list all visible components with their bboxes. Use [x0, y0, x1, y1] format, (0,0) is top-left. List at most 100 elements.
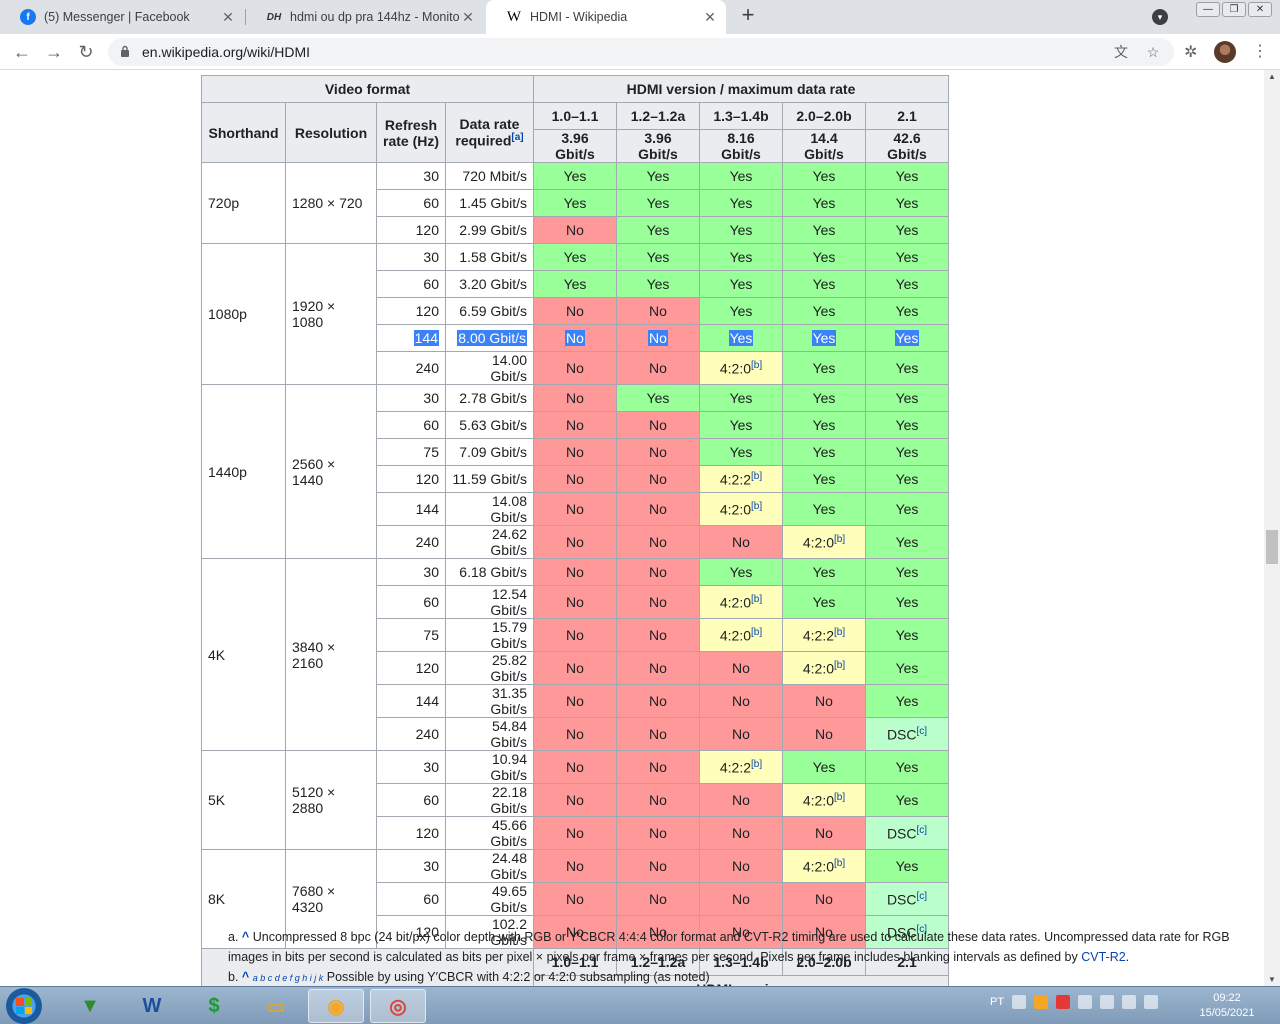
note-b-ref[interactable]: [b] [834, 660, 845, 671]
tab-search-icon[interactable]: ▾ [1152, 9, 1168, 25]
page-scrollbar[interactable]: ▲ ▼ [1264, 70, 1280, 986]
support-cell: 4:2:0[b] [782, 783, 866, 817]
cvt-r2-link[interactable]: CVT-R2 [1081, 950, 1125, 964]
support-value: Yes [895, 471, 919, 487]
support-value: No [732, 534, 750, 550]
note-b-ref[interactable]: [b] [751, 627, 762, 638]
reload-button[interactable]: ↻ [74, 40, 98, 64]
note-a-ref[interactable]: [a] [511, 132, 523, 143]
note-b-ref[interactable]: [b] [751, 594, 762, 605]
close-tab-icon[interactable]: ✕ [220, 9, 236, 26]
tab-facebook[interactable]: f (5) Messenger | Facebook ✕ [0, 0, 244, 34]
note-b-ref[interactable]: [b] [751, 759, 762, 770]
avatar[interactable] [1214, 41, 1236, 63]
support-cell: No [533, 618, 617, 652]
tab-hdmi-forum[interactable]: DH hdmi ou dp pra 144hz - Monitores ✕ [246, 0, 484, 34]
menu-icon[interactable]: ⋮ [1252, 42, 1268, 62]
data-rate-cell: 25.82 Gbit/s [445, 651, 534, 685]
refresh-rate-cell: 120 [376, 816, 446, 850]
close-tab-icon[interactable]: ✕ [460, 9, 476, 26]
scroll-down-icon[interactable]: ▼ [1268, 975, 1276, 984]
footnote-backlink[interactable]: ^ [242, 970, 249, 984]
browser-app-icon[interactable]: ◉ [308, 989, 364, 1023]
volume-icon[interactable] [1122, 995, 1137, 1009]
scroll-up-icon[interactable]: ▲ [1268, 72, 1276, 81]
translate-icon[interactable]: ⽂ [1112, 43, 1130, 61]
flag-icon[interactable] [1100, 995, 1115, 1009]
support-cell: Yes [699, 411, 783, 439]
new-tab-button[interactable]: + [736, 4, 760, 28]
support-value: No [566, 222, 584, 238]
forward-button[interactable]: → [42, 40, 66, 64]
refresh-rate-value: 120 [415, 303, 439, 319]
support-cell: No [699, 783, 783, 817]
restore-button[interactable]: ❐ [1222, 2, 1246, 17]
lock-icon [121, 45, 129, 57]
extensions-icon[interactable]: ✲ [1184, 42, 1204, 62]
network-icon[interactable] [1144, 995, 1159, 1009]
data-rate-value: 25.82 Gbit/s [490, 652, 527, 684]
note-c-ref[interactable]: [c] [917, 891, 928, 902]
footnote-backlink-letters[interactable]: a b c d e f g h i j k [253, 973, 324, 983]
money-app-icon[interactable]: $ [186, 989, 242, 1023]
refresh-rate-cell: 240 [376, 525, 446, 559]
support-value: Yes [729, 303, 753, 319]
keyboard-icon[interactable] [1012, 995, 1027, 1009]
vpn-app-icon[interactable]: ▼ [62, 989, 118, 1023]
note-b-ref[interactable]: [b] [834, 534, 845, 545]
refresh-rate-value: 60 [423, 195, 439, 211]
scrollbar-thumb[interactable] [1266, 530, 1278, 564]
data-rate-value: 14.08 Gbit/s [490, 493, 527, 525]
version-header: 2.0–2.0b [782, 102, 866, 130]
data-rate-value: 2.99 Gbit/s [459, 222, 527, 238]
tray-app-icon[interactable] [1034, 995, 1049, 1009]
support-value: 4:2:0 [719, 501, 751, 518]
chrome-app-icon[interactable]: ◎ [370, 989, 426, 1023]
support-cell: Yes [533, 189, 617, 217]
tab-title: (5) Messenger | Facebook [44, 10, 190, 24]
note-b-ref[interactable]: [b] [751, 471, 762, 482]
note-c-ref[interactable]: [c] [917, 825, 928, 836]
note-b-ref[interactable]: [b] [751, 501, 762, 512]
note-b-ref[interactable]: [b] [751, 360, 762, 371]
support-cell: No [782, 717, 866, 751]
support-value: No [566, 693, 584, 709]
note-c-ref[interactable]: [c] [917, 726, 928, 737]
support-value: Yes [812, 564, 836, 580]
address-bar[interactable]: en.wikipedia.org/wiki/HDMI ⽂ ☆ [108, 38, 1174, 66]
support-cell: Yes [865, 189, 949, 217]
support-value: Yes [895, 390, 919, 406]
tray-app-icon[interactable] [1078, 995, 1093, 1009]
taskbar: ▼ W $ ▭ ◉ ◎ PT 09:22 15/05/2021 [0, 986, 1280, 1024]
support-value: No [566, 360, 584, 376]
footnote-backlink[interactable]: ^ [242, 930, 249, 944]
file-explorer-icon[interactable]: ▭ [248, 989, 304, 1023]
word-app-icon[interactable]: W [124, 989, 180, 1023]
support-cell: Yes [782, 243, 866, 271]
close-tab-icon[interactable]: ✕ [702, 9, 718, 26]
close-window-button[interactable]: ✕ [1248, 2, 1272, 17]
antivirus-icon[interactable] [1056, 995, 1071, 1009]
note-b-ref[interactable]: [b] [834, 792, 845, 803]
language-indicator[interactable]: PT [990, 996, 1004, 1008]
support-value: No [566, 534, 584, 550]
data-rate-value: 45.66 Gbit/s [490, 817, 527, 849]
note-b-ref[interactable]: [b] [834, 858, 845, 869]
support-value: 4:2:2 [802, 627, 834, 644]
refresh-rate-value: 60 [423, 891, 439, 907]
back-button[interactable]: ← [10, 40, 34, 64]
refresh-rate-header: Refresh rate (Hz) [376, 102, 446, 163]
support-value: Yes [729, 390, 753, 406]
minimize-button[interactable]: — [1196, 2, 1220, 17]
bookmark-star-icon[interactable]: ☆ [1144, 43, 1162, 61]
note-b-ref[interactable]: [b] [834, 627, 845, 638]
footnote-label: a. [228, 930, 239, 944]
support-value: No [649, 471, 667, 487]
clock[interactable]: 09:22 15/05/2021 [1192, 991, 1262, 1021]
support-cell: Yes [865, 558, 949, 586]
support-value: No [565, 330, 585, 346]
tab-wikipedia[interactable]: W HDMI - Wikipedia ✕ [486, 0, 726, 34]
support-cell: 4:2:0[b] [782, 651, 866, 685]
data-rate-value: 720 Mbit/s [462, 168, 527, 184]
support-cell: Yes [533, 243, 617, 271]
